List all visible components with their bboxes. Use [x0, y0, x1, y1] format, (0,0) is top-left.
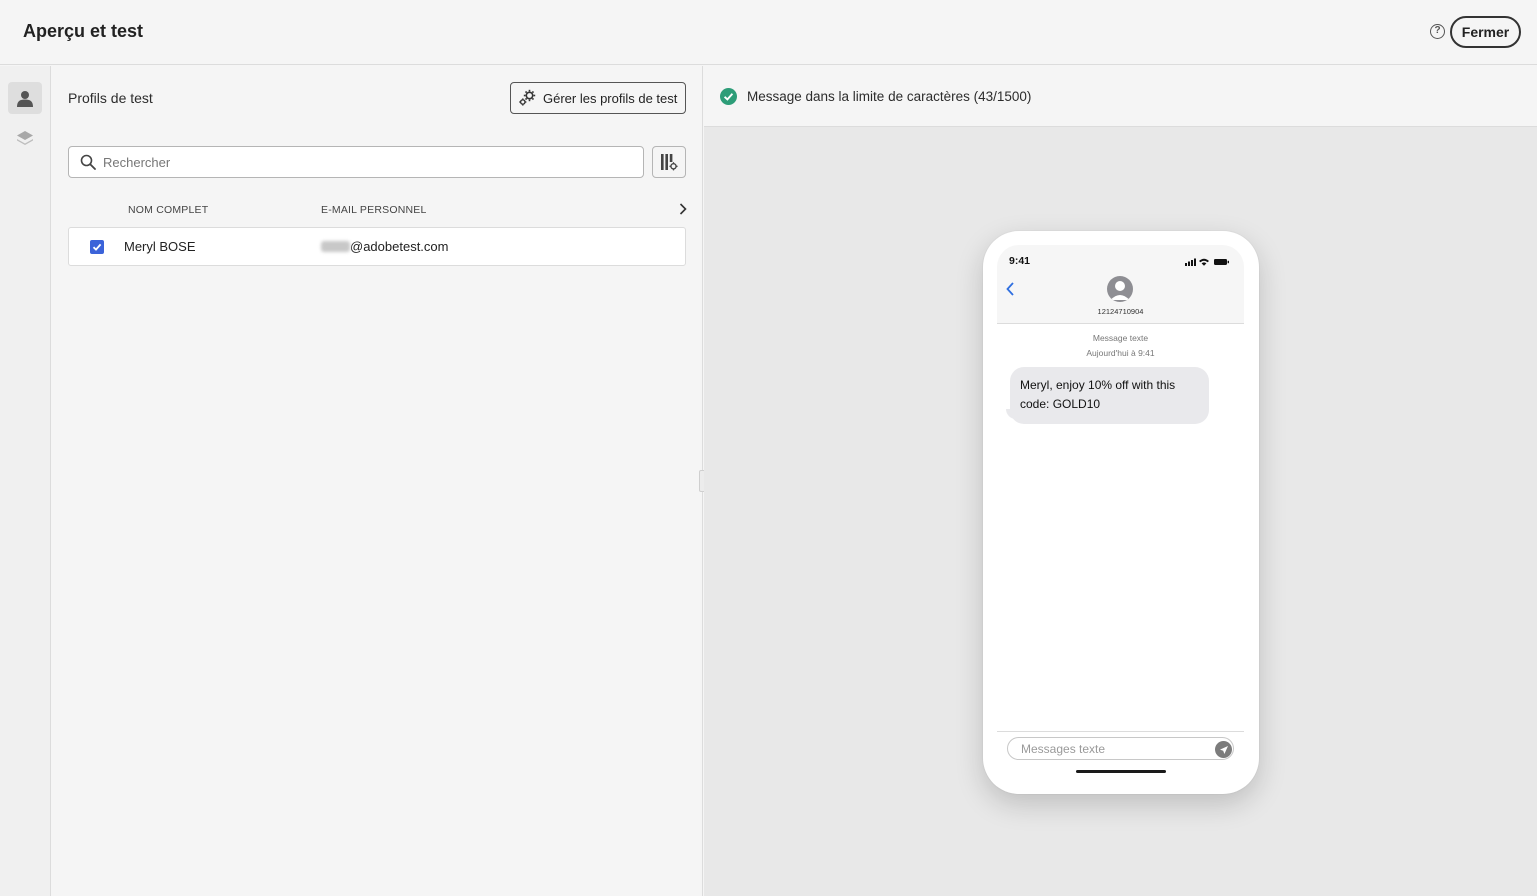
status-bar-time: 9:41: [1009, 255, 1031, 267]
test-profiles-panel: Profils de test Gérer les profils de tes…: [52, 66, 703, 896]
phone-mockup: 9:41 12124710904 Message texte Aujourd'h…: [983, 231, 1259, 794]
message-input: Messages texte: [1007, 737, 1234, 760]
contact-avatar: [1107, 276, 1133, 302]
rail-layers-button[interactable]: [8, 122, 42, 154]
message-timestamp: Aujourd'hui à 9:41: [1086, 348, 1155, 358]
chevron-right-icon[interactable]: [677, 202, 689, 216]
phone-screen: 9:41 12124710904 Message texte Aujourd'h…: [997, 245, 1244, 780]
sms-header: 9:41 12124710904: [997, 245, 1244, 324]
check-icon: [92, 243, 102, 251]
manage-test-profiles-button[interactable]: Gérer les profils de test: [510, 82, 686, 114]
column-header-personal-email[interactable]: E-MAIL PERSONNEL: [321, 204, 427, 216]
person-silhouette-icon: [1110, 281, 1130, 300]
user-icon: [17, 90, 33, 107]
paper-plane-icon: [1219, 745, 1228, 754]
contact-number: 12124710904: [1097, 307, 1144, 316]
message-type-label: Message texte: [1092, 333, 1149, 343]
column-settings-button[interactable]: [652, 146, 686, 178]
message-input-placeholder: Messages texte: [1021, 742, 1106, 756]
panel-title: Profils de test: [68, 90, 153, 106]
layers-icon: [17, 131, 33, 145]
top-bar: Aperçu et test ? Fermer: [0, 0, 1537, 65]
table-row[interactable]: Meryl BOSE @adobetest.com: [68, 227, 686, 266]
rail-profiles-button[interactable]: [8, 82, 42, 114]
help-icon[interactable]: ?: [1430, 24, 1445, 39]
character-limit-status: Message dans la limite de caractères (43…: [747, 89, 1032, 104]
email-domain: @adobetest.com: [350, 239, 449, 254]
redacted-email-local-part: [321, 241, 350, 252]
sms-bubble: Meryl, enjoy 10% off with this code: GOL…: [1010, 367, 1209, 424]
search-field[interactable]: [68, 146, 644, 178]
manage-button-label: Gérer les profils de test: [543, 90, 678, 106]
row-checkbox[interactable]: [90, 240, 104, 254]
cell-email: @adobetest.com: [321, 239, 448, 254]
column-header-full-name[interactable]: NOM COMPLET: [128, 204, 208, 216]
message-compose-bar: Messages texte: [997, 731, 1244, 780]
side-rail: [0, 66, 51, 896]
search-input[interactable]: [103, 153, 623, 171]
search-icon: [80, 154, 96, 170]
send-icon: [1215, 741, 1232, 758]
column-settings-icon: [661, 154, 678, 171]
gears-icon: [519, 89, 536, 106]
validation-status-bar: Message dans la limite de caractères (43…: [704, 66, 1537, 127]
preview-panel: Message dans la limite de caractères (43…: [704, 66, 1537, 896]
cell-full-name: Meryl BOSE: [124, 239, 196, 254]
close-button[interactable]: Fermer: [1450, 16, 1521, 48]
page-title: Aperçu et test: [23, 21, 144, 41]
home-indicator: [1076, 770, 1166, 773]
signal-wifi-battery-icons: [1185, 258, 1229, 266]
check-circle-icon: [720, 88, 737, 105]
back-chevron-icon[interactable]: [1005, 281, 1015, 297]
